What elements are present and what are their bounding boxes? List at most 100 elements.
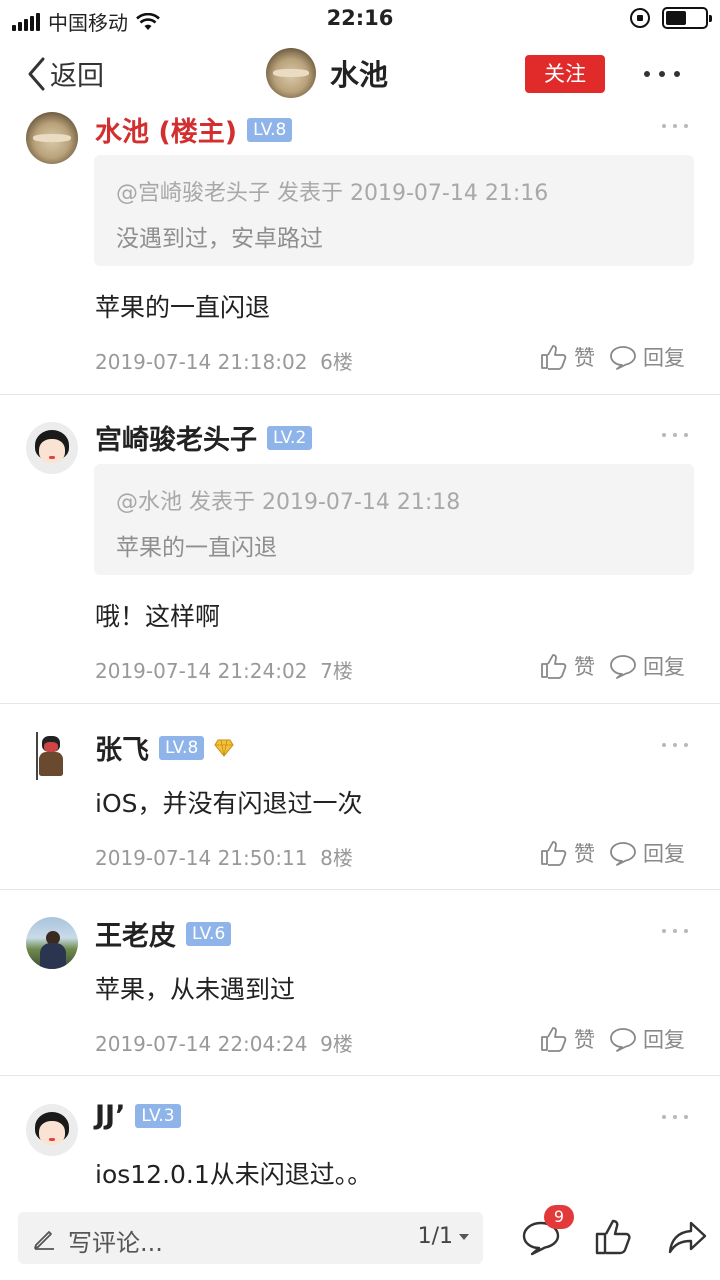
back-button[interactable]: 返回: [26, 54, 104, 93]
level-badge: LV.3: [135, 1103, 181, 1128]
post-actions: 赞 回复: [540, 651, 685, 681]
quoted-reply[interactable]: @宫崎骏老头子 发表于 2019-07-14 21:16 没遇到过，安卓路过: [94, 155, 694, 266]
author-name[interactable]: 宫崎骏老头子: [95, 418, 257, 457]
post-more-icon[interactable]: [662, 927, 688, 935]
post-content: 苹果的一直闪退: [95, 293, 271, 322]
post-item: JJ’ LV.3 ios12.0.1从未闪退过。。: [0, 1100, 720, 1195]
quote-text: 没遇到过，安卓路过: [116, 226, 323, 252]
clock: 22:16: [326, 6, 394, 30]
page-indicator: 1/1: [417, 1224, 453, 1249]
post-item: 宫崎骏老头子 LV.2 @水池 发表于 2019-07-14 21:18 苹果的…: [0, 418, 720, 703]
chevron-left-icon: [28, 57, 45, 90]
thumbs-up-icon: [541, 1027, 567, 1052]
share-icon[interactable]: [667, 1217, 707, 1257]
post-content: iOS，并没有闪退过一次: [95, 789, 363, 818]
page-selector[interactable]: 1/1: [418, 1224, 469, 1249]
quote-header: @宫崎骏老头子 发表于 2019-07-14 21:16: [116, 181, 549, 206]
divider: [0, 1075, 720, 1076]
like-button[interactable]: 赞: [540, 342, 595, 372]
reply-button[interactable]: 回复: [609, 1024, 685, 1054]
post-datetime: 2019-07-14 21:50:11: [95, 846, 308, 870]
post-actions: 赞 回复: [540, 838, 685, 868]
level-badge: LV.6: [186, 921, 232, 946]
caret-down-icon: [459, 1233, 469, 1240]
back-label: 返回: [50, 61, 104, 92]
post-actions: 赞 回复: [540, 1024, 685, 1054]
speech-bubble-icon: [610, 842, 636, 866]
like-label: 赞: [574, 346, 595, 370]
page-title: 水池: [330, 58, 389, 92]
nav-author[interactable]: 水池: [266, 48, 388, 98]
thumbs-up-icon: [541, 654, 567, 679]
post-content: 苹果，从未遇到过: [95, 975, 296, 1004]
like-label: 赞: [574, 655, 595, 679]
rotation-lock-icon: [630, 8, 650, 28]
status-right: [630, 7, 712, 29]
divider: [0, 394, 720, 395]
reply-button[interactable]: 回复: [609, 838, 685, 868]
post-item: 水池 (楼主) LV.8 @宫崎骏老头子 发表于 2019-07-14 21:1…: [0, 110, 720, 395]
thumbs-up-icon: [541, 345, 567, 370]
author-name[interactable]: 水池 (楼主): [95, 110, 237, 149]
post-content: ios12.0.1从未闪退过。。: [95, 1160, 373, 1189]
speech-bubble-icon: [610, 655, 636, 679]
speech-bubble-icon: [610, 1028, 636, 1052]
reply-label: 回复: [643, 346, 685, 370]
like-button[interactable]: 赞: [540, 651, 595, 681]
avatar[interactable]: [26, 730, 78, 782]
divider: [0, 703, 720, 704]
post-datetime: 2019-07-14 21:24:02: [95, 659, 308, 683]
level-badge: LV.2: [267, 425, 313, 450]
like-button[interactable]: 赞: [540, 1024, 595, 1054]
post-more-icon[interactable]: [662, 1113, 688, 1121]
comment-count-badge: 9: [544, 1205, 574, 1229]
post-datetime: 2019-07-14 21:18:02: [95, 350, 308, 374]
battery-icon: [662, 7, 712, 29]
divider: [0, 889, 720, 890]
comment-input[interactable]: 写评论... 1/1: [18, 1212, 483, 1264]
author-name[interactable]: 王老皮: [95, 914, 176, 953]
avatar[interactable]: [26, 917, 78, 969]
post-more-icon[interactable]: [662, 122, 688, 130]
avatar[interactable]: [26, 1104, 78, 1156]
reply-label: 回复: [643, 842, 685, 866]
like-label: 赞: [574, 1028, 595, 1052]
post-item: 张飞 LV.8 iOS，并没有闪退过一次 2019-07-14 21:50:11…: [0, 728, 720, 888]
post-content: 哦！这样啊: [95, 602, 221, 631]
post-datetime: 2019-07-14 22:04:24: [95, 1032, 308, 1056]
avatar[interactable]: [26, 112, 78, 164]
level-badge: LV.8: [247, 117, 293, 142]
post-item: 王老皮 LV.6 苹果，从未遇到过 2019-07-14 22:04:24 9楼…: [0, 914, 720, 1074]
follow-button[interactable]: 关注: [525, 55, 605, 93]
avatar[interactable]: [26, 422, 78, 474]
post-meta: 2019-07-14 22:04:24 9楼: [95, 1028, 353, 1057]
post-more-icon[interactable]: [662, 741, 688, 749]
diamond-icon: [214, 739, 234, 757]
like-button[interactable]: 赞: [540, 838, 595, 868]
thumbs-up-icon: [541, 841, 567, 866]
post-meta: 2019-07-14 21:50:11 8楼: [95, 842, 353, 871]
thumbs-up-icon[interactable]: [594, 1217, 634, 1257]
post-meta: 2019-07-14 21:18:02 6楼: [95, 346, 353, 375]
speech-bubble-icon: [610, 346, 636, 370]
like-label: 赞: [574, 842, 595, 866]
author-name[interactable]: JJ’: [95, 1100, 125, 1131]
reply-label: 回复: [643, 655, 685, 679]
more-options-icon[interactable]: [644, 60, 680, 88]
post-meta: 2019-07-14 21:24:02 7楼: [95, 655, 353, 684]
quote-text: 苹果的一直闪退: [116, 535, 277, 561]
post-more-icon[interactable]: [662, 431, 688, 439]
status-bar: 中国移动 22:16: [0, 0, 720, 38]
reply-button[interactable]: 回复: [609, 342, 685, 372]
author-name[interactable]: 张飞: [95, 728, 149, 767]
nav-avatar[interactable]: [266, 48, 316, 98]
reply-button[interactable]: 回复: [609, 651, 685, 681]
bottom-bar: 写评论... 1/1 9: [0, 1195, 720, 1280]
nav-bar: 返回 水池 关注: [0, 38, 720, 110]
floor-number: 7楼: [320, 659, 353, 683]
floor-number: 9楼: [320, 1032, 353, 1056]
quoted-reply[interactable]: @水池 发表于 2019-07-14 21:18 苹果的一直闪退: [94, 464, 694, 575]
floor-number: 8楼: [320, 846, 353, 870]
pen-icon: [34, 1231, 54, 1250]
quote-header: @水池 发表于 2019-07-14 21:18: [116, 490, 461, 515]
